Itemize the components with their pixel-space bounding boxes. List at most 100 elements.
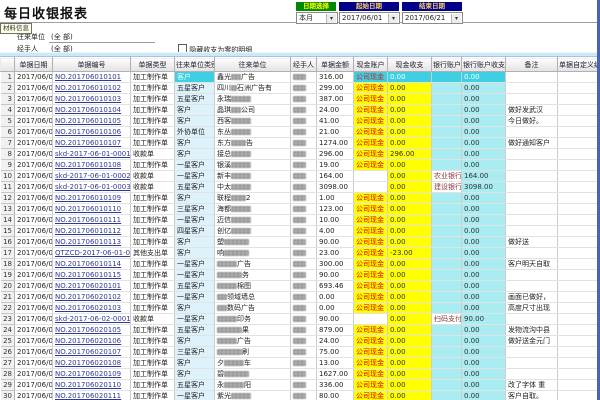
doc-no-link[interactable]: NO.201706020105	[55, 326, 121, 334]
table-row[interactable]: 142017/06/01NO.201706010111加工制作单一星客户迈信10…	[1, 215, 598, 226]
doc-no-link[interactable]: NO.201706010108	[55, 161, 121, 169]
column-header[interactable]: 单据类型	[131, 58, 175, 72]
chevron-down-icon[interactable]: ▾	[451, 14, 461, 23]
doc-no-link[interactable]: NO.201706010101	[55, 73, 121, 81]
table-row[interactable]: 212017/06/02NO.201706020102加工制作单一星客户领域墙总…	[1, 292, 598, 303]
cash-account-cell: 公司现金	[354, 369, 388, 380]
bank-account-cell	[432, 204, 462, 215]
table-row[interactable]: 12017/06/01NO.201706010101加工制作单客户鑫光广告316…	[1, 72, 598, 83]
doc-amount-cell: 0.00	[317, 292, 354, 303]
doc-no-link[interactable]: skd-2017-06-01-0001	[55, 150, 131, 158]
start-date-select[interactable]: 2017/06/01 ▾	[339, 12, 400, 24]
doc-no-link[interactable]: NO.201706020111	[55, 392, 121, 400]
doc-no-link[interactable]: NO.201706010109	[55, 194, 121, 202]
doc-date-cell: 2017/06/01	[15, 237, 53, 248]
column-header[interactable]: 单据自定义编号	[558, 58, 598, 72]
redacted-text	[231, 184, 251, 190]
row-number-cell: 1	[1, 72, 15, 83]
doc-no-link[interactable]: QTZCD-2017-06-01-0001	[55, 249, 131, 257]
doc-no-link[interactable]: NO.201706020103	[55, 304, 121, 312]
table-row[interactable]: 102017/06/01skd-2017-06-01-0002收款单一星客户新丰…	[1, 171, 598, 182]
doc-no-link[interactable]: NO.201706010106	[55, 128, 121, 136]
doc-no-link[interactable]: NO.201706010103	[55, 95, 121, 103]
row-number-cell: 29	[1, 380, 15, 391]
table-row[interactable]: 182017/06/01NO.201706010114加工制作单一星客户广告30…	[1, 259, 598, 270]
bank-flow-cell: 0.00	[462, 391, 506, 400]
doc-no-link[interactable]: NO.201706010104	[55, 106, 121, 114]
doc-no-link[interactable]: NO.201706010112	[55, 227, 121, 235]
doc-no-link[interactable]: NO.201706020108	[55, 359, 121, 367]
bank-account-cell	[432, 149, 462, 160]
table-row[interactable]: 162017/06/01NO.201706010113加工制作单客户塑90.00…	[1, 237, 598, 248]
unit-filter-input[interactable]: (全 部)	[49, 32, 155, 43]
table-row[interactable]: 62017/06/01NO.201706010106加工制作单外协单位东丛21.…	[1, 127, 598, 138]
table-row[interactable]: 92017/06/01NO.201706010108加工制作单一星客户银溪19.…	[1, 160, 598, 171]
table-row[interactable]: 252017/06/02NO.201706020106加工制作单客户广告24.0…	[1, 336, 598, 347]
table-row[interactable]: 152017/06/01NO.201706010112加工制作单四星客户创亿4.…	[1, 226, 598, 237]
table-row[interactable]: 282017/06/02NO.201706020109加工制作单客户碧1627.…	[1, 369, 598, 380]
column-header[interactable]: 单据日期	[15, 58, 53, 72]
table-row[interactable]: 272017/06/02NO.201706020108加工制作单客户夕车13.0…	[1, 358, 598, 369]
table-row[interactable]: 202017/06/02NO.201706020101加工制作单五星客户棉图69…	[1, 281, 598, 292]
table-row[interactable]: 192017/06/01NO.201706010115加工制作单一星客户务90.…	[1, 270, 598, 281]
doc-no-link[interactable]: NO.201706010107	[55, 139, 121, 147]
table-row[interactable]: 292017/06/02NO.201706020110加工制作单五星客户永阳33…	[1, 380, 598, 391]
chevron-down-icon[interactable]: ▾	[326, 14, 336, 23]
doc-no-link[interactable]: NO.201706010114	[55, 260, 121, 268]
column-header[interactable]: 备注	[506, 58, 558, 72]
chevron-down-icon[interactable]: ▾	[388, 14, 398, 23]
doc-no-link[interactable]: skd-2017-06-01-0003	[55, 183, 131, 191]
table-row[interactable]: 82017/06/01skd-2017-06-01-0001收款单客户接总296…	[1, 149, 598, 160]
remark-cell	[506, 248, 558, 259]
column-header[interactable]: 银行账户收支	[462, 58, 506, 72]
column-header[interactable]: 现金账户	[354, 58, 388, 72]
doc-no-link[interactable]: NO.201706010113	[55, 238, 121, 246]
doc-no-link[interactable]: NO.201706010111	[55, 216, 121, 224]
column-header[interactable]: 往来单位类别	[175, 58, 215, 72]
doc-type-cell: 加工制作单	[131, 193, 175, 204]
table-row[interactable]: 132017/06/01NO.201706010110加工制作单三星客户海都12…	[1, 204, 598, 215]
doc-no-link[interactable]: skd-2017-06-01-0002	[55, 172, 131, 180]
start-date-chip[interactable]: 起始日期	[339, 2, 399, 11]
column-header[interactable]: 现金收支	[388, 58, 432, 72]
cash-flow-cell: 0.00	[388, 182, 432, 193]
date-mode-select[interactable]: 本月 ▾	[296, 12, 338, 24]
table-row[interactable]: 42017/06/01NO.201706010104加工制作单客户晶琪公司24.…	[1, 105, 598, 116]
table-row[interactable]: 232017/06/02skd-2017-06-02-0001收款单一星客户印务…	[1, 314, 598, 325]
table-row[interactable]: 72017/06/01NO.201706010107加工制作单客户东方告1274…	[1, 138, 598, 149]
doc-no-link[interactable]: NO.201706010105	[55, 117, 121, 125]
table-row[interactable]: 242017/06/02NO.201706020105加工制作单五星客户果879…	[1, 325, 598, 336]
doc-no-link[interactable]: NO.201706020107	[55, 348, 121, 356]
doc-no-link[interactable]: NO.201706020110	[55, 381, 121, 389]
remark-cell	[506, 94, 558, 105]
table-row[interactable]: 302017/06/02NO.201706020111加工制作单一星客户紫光80…	[1, 391, 598, 400]
table-row[interactable]: 262017/06/02NO.201706020107加工制作单三星客户刷75.…	[1, 347, 598, 358]
doc-no-link[interactable]: NO.201706020101	[55, 282, 121, 290]
table-row[interactable]: 32017/06/01NO.201706010103加工制作单五星客户永瑞387…	[1, 94, 598, 105]
doc-no-cell: NO.201706020102	[53, 292, 131, 303]
doc-no-link[interactable]: NO.201706020106	[55, 337, 121, 345]
date-mode-chip[interactable]: 日期选择	[296, 2, 336, 11]
table-row[interactable]: 52017/06/01NO.201706010105加工制作单客户西客41.00…	[1, 116, 598, 127]
doc-no-link[interactable]: NO.201706010115	[55, 271, 121, 279]
table-row[interactable]: 22017/06/01NO.201706010102加工制作单五星客户四川石洲广…	[1, 83, 598, 94]
table-row[interactable]: 222017/06/02NO.201706020103加工制作单客户数码广告0.…	[1, 303, 598, 314]
doc-amount-cell: 90.00	[317, 314, 354, 325]
unit-category-cell: 一星客户	[175, 391, 215, 400]
table-row[interactable]: 172017/06/01QTZCD-2017-06-01-0001其他支出单客户…	[1, 248, 598, 259]
doc-no-link[interactable]: NO.201706020109	[55, 370, 121, 378]
doc-no-link[interactable]: skd-2017-06-02-0001	[55, 315, 131, 323]
doc-amount-cell: 1.00	[317, 193, 354, 204]
doc-no-link[interactable]: NO.201706010110	[55, 205, 121, 213]
table-row[interactable]: 112017/06/01skd-2017-06-01-0003收款单五星客户中太…	[1, 182, 598, 193]
doc-no-link[interactable]: NO.201706010102	[55, 84, 121, 92]
end-date-chip[interactable]: 结束日期	[402, 2, 462, 11]
column-header[interactable]: 银行账户	[432, 58, 462, 72]
end-date-select[interactable]: 2017/06/21 ▾	[402, 12, 463, 24]
column-header[interactable]: 经手人	[291, 58, 317, 72]
column-header[interactable]: 单据编号	[53, 58, 131, 72]
column-header[interactable]: 单据金额	[317, 58, 354, 72]
table-row[interactable]: 122017/06/01NO.201706010109加工制作单客户联程21.0…	[1, 193, 598, 204]
doc-no-link[interactable]: NO.201706020102	[55, 293, 121, 301]
column-header[interactable]: 往来单位	[215, 58, 291, 72]
